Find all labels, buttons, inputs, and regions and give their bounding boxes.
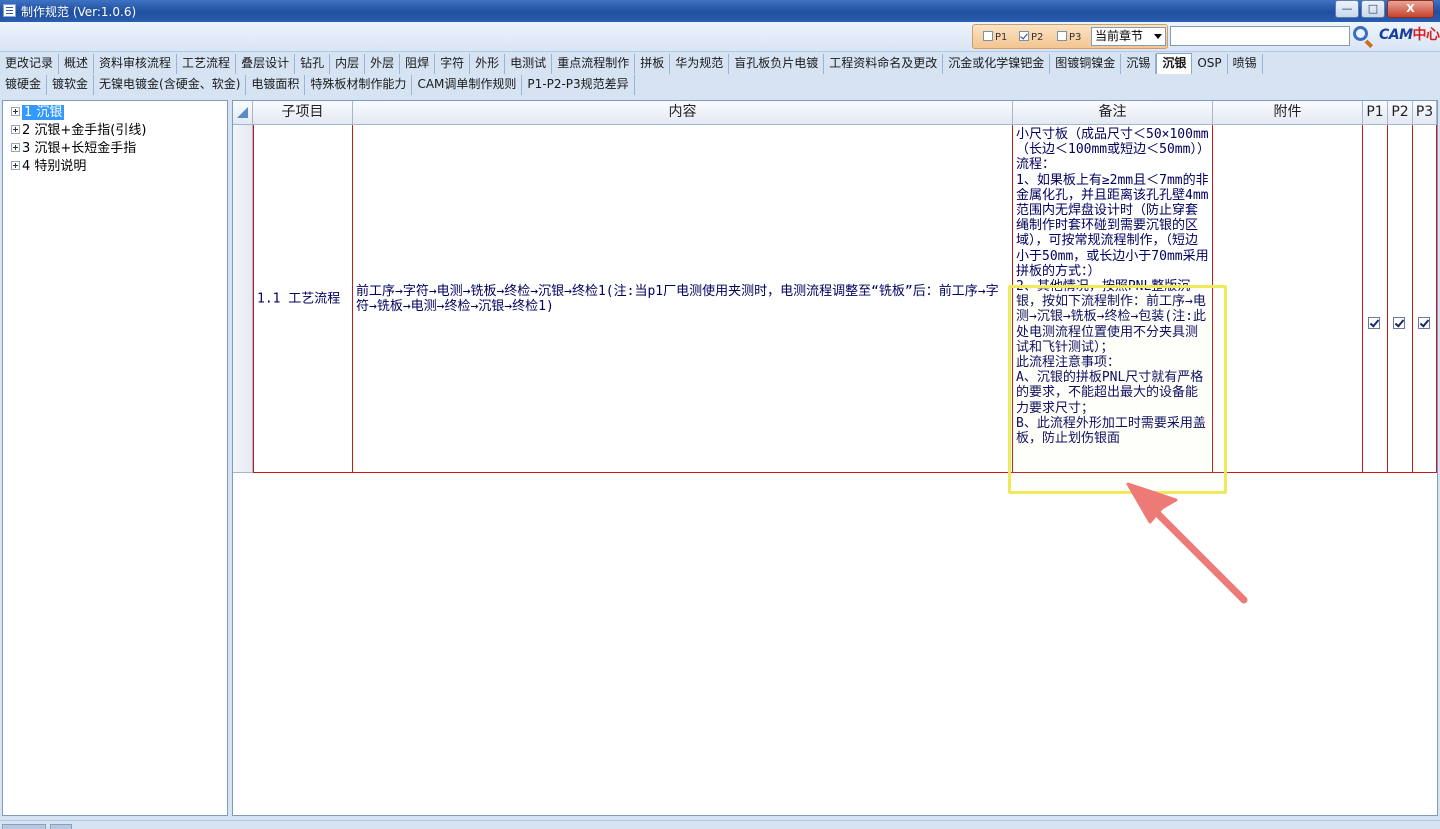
p1-filter[interactable]: P1 [983, 31, 1007, 43]
cell-content[interactable]: 前工序→字符→电测→铣板→终检→沉银→终检1(注:当p1厂电测使用夹测时，电测流… [353, 125, 1013, 473]
tab-row1-0[interactable]: 更改记录 [0, 54, 60, 74]
priority-filter-group: P1 P2 P3 当前章节 [972, 24, 1168, 49]
tab-row-2: 镀硬金 镀软金 无镍电镀金(含硬金、软金) 电镀面积 特殊板材制作能力 CAM调单制作规则… [0, 75, 635, 97]
tab-row1-6[interactable]: 内层 [330, 54, 366, 74]
tab-row1-8[interactable]: 阻焊 [400, 54, 436, 74]
tree-item-4[interactable]: 4 特别说明 [11, 158, 86, 175]
chapter-tree: 1 沉银 2 沉银+金手指(引线) 3 沉银+长短金手指 4 特别说明 [2, 100, 228, 816]
tab-row1-2[interactable]: 资料审核流程 [94, 54, 178, 74]
tab-row1-1[interactable]: 概述 [59, 54, 95, 74]
tab-row2-4[interactable]: 特殊板材制作能力 [305, 75, 413, 95]
tab-row2-3[interactable]: 电镀面积 [246, 75, 306, 95]
tab-row1-14[interactable]: 华为规范 [670, 54, 730, 74]
expand-icon[interactable] [11, 125, 20, 134]
title-bar: 制作规范 (Ver:1.0.6) — □ X [0, 0, 1440, 22]
spec-grid: 子项目 内容 备注 附件 P1 P2 P3 1.1 工艺流程 前工序→字符→电测… [232, 100, 1438, 816]
tab-row1-18[interactable]: 图镀铜镍金 [1050, 54, 1122, 74]
tab-row1-7[interactable]: 外层 [365, 54, 401, 74]
status-bar [0, 820, 1440, 829]
tab-row1-17[interactable]: 沉金或化学镍钯金 [943, 54, 1051, 74]
col-header-subitem[interactable]: 子项目 [253, 101, 353, 125]
p2-filter[interactable]: P2 [1019, 31, 1043, 43]
expand-icon[interactable] [11, 143, 20, 152]
tree-item-1[interactable]: 1 沉银 [11, 104, 65, 121]
app-icon [3, 4, 16, 17]
tab-row2-1[interactable]: 镀软金 [47, 75, 95, 95]
status-segment [2, 824, 46, 829]
toolbar: P1 P2 P3 当前章节 CAM中心 [0, 22, 1440, 52]
col-header-p2[interactable]: P2 [1388, 101, 1413, 125]
col-header-note[interactable]: 备注 [1013, 101, 1213, 125]
select-all-corner[interactable] [233, 101, 253, 125]
search-input[interactable] [1170, 26, 1350, 46]
cell-subitem[interactable]: 1.1 工艺流程 [253, 125, 353, 473]
cell-p2[interactable] [1388, 125, 1413, 473]
tab-row1-4[interactable]: 叠层设计 [236, 54, 296, 74]
p3-filter[interactable]: P3 [1057, 31, 1081, 43]
tab-row1-16[interactable]: 工程资料命名及更改 [824, 54, 944, 74]
minimize-button[interactable]: — [1335, 0, 1359, 18]
tree-item-2[interactable]: 2 沉银+金手指(引线) [11, 122, 146, 139]
cell-p3[interactable] [1413, 125, 1437, 473]
p2-checkbox[interactable] [1393, 317, 1405, 329]
col-header-p1[interactable]: P1 [1363, 101, 1388, 125]
tab-row1-12[interactable]: 重点流程制作 [552, 54, 636, 74]
tab-row1-13[interactable]: 拼板 [635, 54, 671, 74]
annotation-arrow [1126, 482, 1248, 604]
chevron-down-icon [1154, 34, 1162, 39]
col-header-content[interactable]: 内容 [353, 101, 1013, 125]
expand-icon[interactable] [11, 161, 20, 170]
close-button[interactable]: X [1387, 0, 1434, 18]
search-icon [1353, 26, 1368, 41]
tab-row1-3[interactable]: 工艺流程 [177, 54, 237, 74]
tab-row1-5[interactable]: 钻孔 [295, 54, 331, 74]
tree-item-3[interactable]: 3 沉银+长短金手指 [11, 140, 136, 157]
tab-row1-21[interactable]: OSP [1192, 54, 1228, 74]
tab-row1-22[interactable]: 喷锡 [1228, 54, 1263, 74]
tab-row1-11[interactable]: 电测试 [505, 54, 553, 74]
section-tabs: 更改记录 概述 资料审核流程 工艺流程 叠层设计 钻孔 内层 外层 阻焊 字符 外形 电测试 重点流程制… [0, 52, 1440, 97]
expand-icon[interactable] [11, 107, 20, 116]
scope-select[interactable]: 当前章节 [1091, 27, 1166, 46]
col-header-p3[interactable]: P3 [1413, 101, 1437, 125]
highlight-annotation-box [1008, 285, 1227, 494]
tab-row2-0[interactable]: 镀硬金 [0, 75, 48, 95]
maximize-button[interactable]: □ [1361, 0, 1385, 18]
tab-row2-6[interactable]: P1-P2-P3规范差异 [522, 75, 635, 95]
tab-row1-19[interactable]: 沉锡 [1121, 54, 1157, 74]
p1-checkbox[interactable] [983, 31, 993, 41]
status-segment [50, 824, 72, 829]
col-header-attachment[interactable]: 附件 [1213, 101, 1363, 125]
tab-row2-2[interactable]: 无镍电镀金(含硬金、软金) [94, 75, 247, 95]
row-header[interactable] [233, 125, 253, 473]
tab-row1-20[interactable]: 沉银 [1156, 53, 1193, 74]
cam-center-logo: CAM中心 [1379, 27, 1440, 43]
p1-checkbox[interactable] [1368, 317, 1380, 329]
tab-row1-9[interactable]: 字符 [435, 54, 471, 74]
tab-row1-15[interactable]: 盲孔板负片电镀 [729, 54, 825, 74]
p3-checkbox[interactable] [1057, 31, 1067, 41]
tab-row2-5[interactable]: CAM调单制作规则 [412, 75, 523, 95]
window-title: 制作规范 (Ver:1.0.6) [21, 5, 137, 19]
p2-checkbox[interactable] [1019, 31, 1029, 41]
cell-p1[interactable] [1363, 125, 1388, 473]
tab-row-1: 更改记录 概述 资料审核流程 工艺流程 叠层设计 钻孔 内层 外层 阻焊 字符 外形 电测试 重点流程制… [0, 53, 1263, 75]
p3-checkbox[interactable] [1418, 317, 1430, 329]
tab-row1-10[interactable]: 外形 [470, 54, 506, 74]
search-button[interactable] [1351, 24, 1375, 49]
cell-attachment[interactable] [1213, 125, 1363, 473]
